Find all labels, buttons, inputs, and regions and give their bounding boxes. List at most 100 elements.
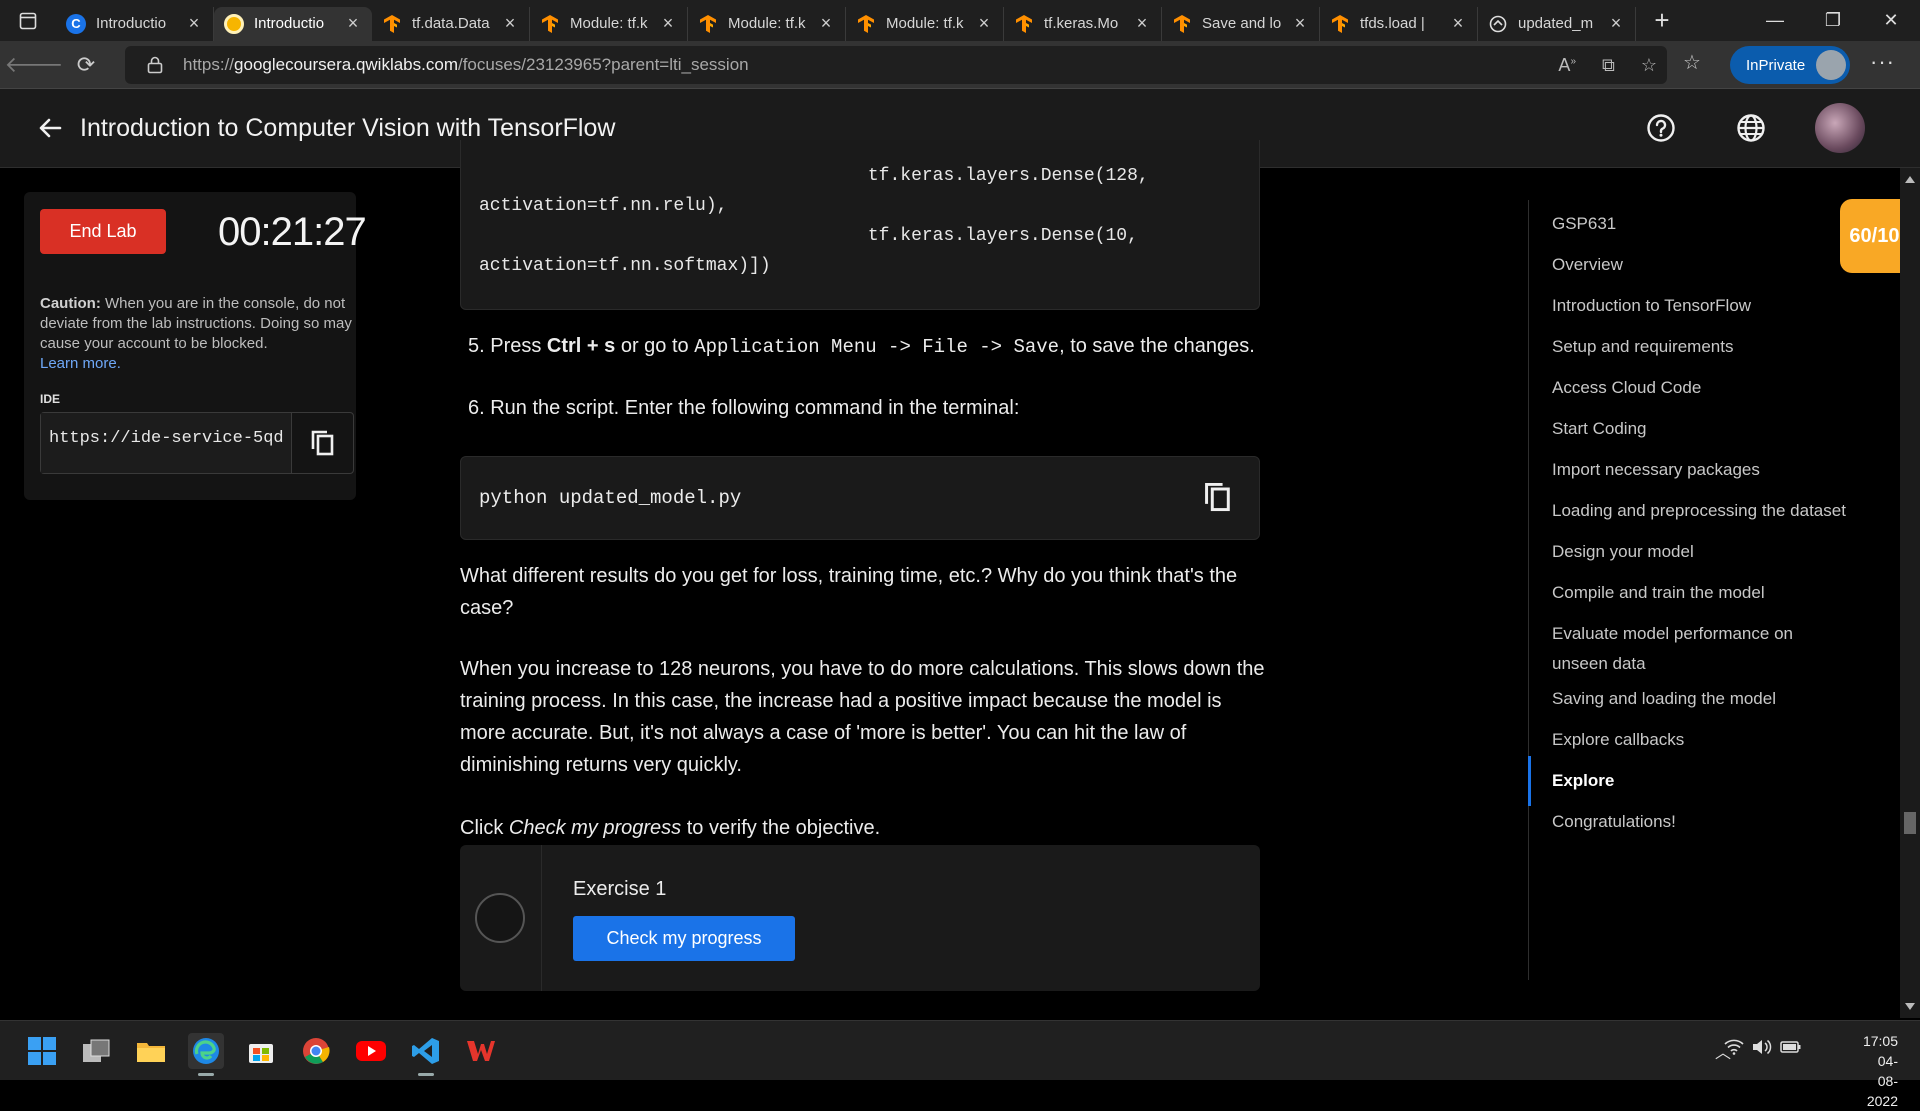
toc-item[interactable]: Access Cloud Code [1552,373,1852,403]
close-tab-icon[interactable]: × [659,13,677,34]
battery-icon[interactable] [1780,1039,1802,1060]
toc-item[interactable]: GSP631 [1552,209,1852,239]
help-icon[interactable] [1646,113,1676,143]
user-avatar[interactable] [1815,103,1865,153]
toc-item[interactable]: Loading and preprocessing the dataset [1552,496,1852,526]
url-path: /focuses/23123965?parent=lti_session [457,55,749,74]
ide-url-field: https://ide-service-5qd [40,412,354,474]
restore-button[interactable]: ❐ [1804,0,1862,41]
windows-start-icon[interactable] [24,1033,60,1069]
browser-tab[interactable]: Module: tf.k × [846,6,1004,41]
copy-command-icon[interactable] [1203,481,1233,513]
scroll-down-arrow-icon[interactable] [1905,1003,1915,1010]
favorites-icon[interactable]: ☆ [1683,50,1701,75]
read-aloud-icon[interactable]: A» [1558,55,1576,76]
tab-title: Module: tf.k [570,15,648,32]
close-tab-icon[interactable]: × [344,13,362,34]
minimize-button[interactable]: — [1746,0,1804,41]
url-field[interactable]: https://googlecoursera.qwiklabs.com/focu… [125,46,1667,84]
coursera-icon: C [66,13,86,34]
browser-tab[interactable]: Introductio × [214,6,372,41]
close-tab-icon[interactable]: × [817,13,835,34]
code-block-model: tf.keras.layers.Dense(128, activation=tf… [460,140,1260,310]
toc-item[interactable]: Start Coding [1552,414,1852,444]
tab-title: tfds.load | [1360,15,1425,32]
volume-icon[interactable] [1752,1039,1772,1060]
refresh-button[interactable]: ⟳ [60,45,112,85]
toc-item[interactable]: Introduction to TensorFlow [1552,291,1852,321]
app-available-icon[interactable]: ⧉ [1602,55,1615,76]
vscode-icon[interactable] [408,1033,444,1076]
question-paragraph: What different results do you get for lo… [460,565,1238,619]
copy-ide-url-button[interactable] [291,413,353,473]
tab-actions-button[interactable] [0,0,56,41]
browser-tab[interactable]: tfds.load | × [1320,6,1478,41]
tensorflow-icon [1014,14,1034,34]
end-lab-button[interactable]: End Lab [40,209,166,254]
youtube-icon[interactable] [353,1033,389,1069]
check-my-progress-button[interactable]: Check my progress [573,916,795,961]
windows-taskbar: ︿ 17:05 04-08-2022 [0,1020,1920,1109]
back-arrow-icon[interactable] [36,114,64,142]
browser-tab[interactable]: Module: tf.k × [530,6,688,41]
code-line: activation=tf.nn.relu), [479,196,728,216]
code-block-command: python updated_model.py [460,456,1260,540]
store-icon[interactable] [243,1033,279,1069]
language-globe-icon[interactable] [1736,113,1766,143]
window-controls: — ❐ ✕ [1746,0,1920,41]
toc-item[interactable]: Design your model [1552,537,1852,567]
keyboard-shortcut: Ctrl + s [546,335,616,357]
address-bar-row: 🡐 ⟳ https://googlecoursera.qwiklabs.com/… [0,41,1920,89]
chrome-icon[interactable] [298,1033,334,1069]
toc-item[interactable]: Evaluate model performance on unseen dat… [1552,619,1852,679]
close-window-button[interactable]: ✕ [1862,0,1920,41]
edge-icon[interactable] [188,1033,224,1076]
inprivate-button[interactable]: InPrivate [1730,46,1850,84]
tensorflow-icon [698,14,718,34]
add-favorite-icon[interactable]: ☆ [1641,55,1657,76]
click-suffix: to verify the objective. [681,817,881,839]
browser-tab[interactable]: updated_m × [1478,6,1636,41]
scroll-up-arrow-icon[interactable] [1905,176,1915,183]
back-button[interactable]: 🡐 [5,45,64,85]
toc-item[interactable]: Overview [1552,250,1852,280]
caution-label: Caution: [40,295,101,312]
toc-item[interactable]: Congratulations! [1552,807,1852,837]
toc-item[interactable]: Import necessary packages [1552,455,1852,485]
scrollbar-thumb[interactable] [1904,812,1916,834]
more-options-icon[interactable]: ··· [1870,49,1895,75]
step-5-suffix: , to save the changes. [1059,335,1255,357]
toc-item[interactable]: Explore callbacks [1552,725,1852,755]
close-tab-icon[interactable]: × [975,13,993,34]
task-view-icon[interactable] [78,1033,114,1069]
toc-item[interactable]: Compile and train the model [1552,578,1852,608]
toc-item[interactable]: Explore [1552,766,1852,796]
close-tab-icon[interactable]: × [185,13,203,34]
ide-url-value[interactable]: https://ide-service-5qd [41,413,291,473]
new-tab-button[interactable]: + [1642,4,1682,38]
close-tab-icon[interactable]: × [1449,13,1467,34]
lock-icon [147,56,167,74]
learn-more-link[interactable]: Learn more. [40,355,121,372]
close-tab-icon[interactable]: × [1133,13,1151,34]
tab-title: Introductio [96,15,167,32]
wifi-icon[interactable] [1724,1039,1744,1060]
file-explorer-icon[interactable] [133,1033,169,1069]
wps-office-icon[interactable] [463,1033,499,1069]
browser-tab[interactable]: Module: tf.k × [688,6,846,41]
browser-tab[interactable]: tf.keras.Mo × [1004,6,1162,41]
browser-tab[interactable]: tf.data.Data × [372,6,530,41]
check-instructions: Click Check my progress to verify the ob… [460,812,1270,844]
url-scheme: https:// [183,55,235,74]
toc-item[interactable]: Setup and requirements [1552,332,1852,362]
system-clock[interactable]: 17:05 04-08-2022 [1863,1031,1898,1111]
page-scrollbar[interactable] [1900,168,1920,1018]
browser-tab[interactable]: C Introductio × [56,6,214,41]
browser-tab[interactable]: Save and lo × [1162,6,1320,41]
close-tab-icon[interactable]: × [1607,13,1625,34]
toc-item[interactable]: Saving and loading the model [1552,684,1852,714]
close-tab-icon[interactable]: × [501,13,519,34]
tab-title: Module: tf.k [886,15,964,32]
copy-icon [311,430,333,456]
close-tab-icon[interactable]: × [1291,13,1309,34]
